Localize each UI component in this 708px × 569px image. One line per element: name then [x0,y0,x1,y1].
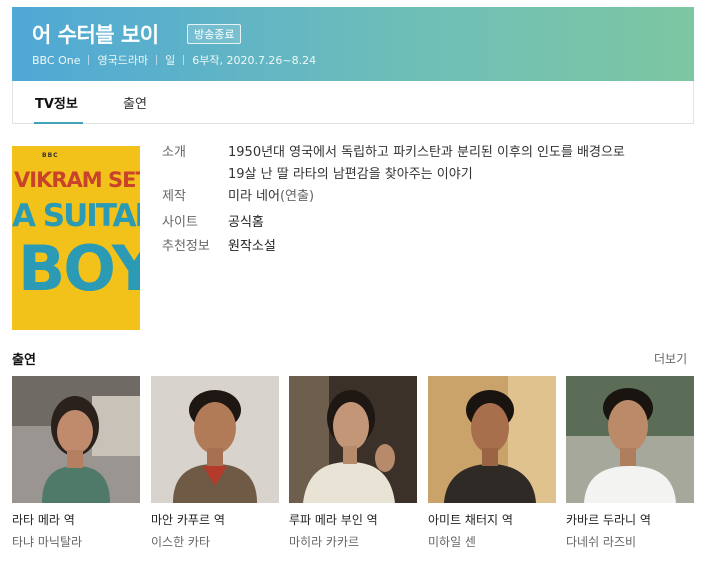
cast-role: 라타 메라 역 [12,513,75,527]
status-badge: 방송종료 [187,24,242,44]
cast-actor[interactable]: 이스한 카타 [151,533,210,550]
cast-card[interactable]: 라타 메라 역 타냐 마닉탈라 [12,376,140,549]
summary-text-line1: 1950년대 영국에서 독립하고 파키스탄과 분리된 이후의 인도를 배경으로 [228,145,625,160]
cast-actor[interactable]: 미하일 센 [428,533,476,550]
recommend-label: 추천정보 [162,239,210,254]
cast-actor[interactable]: 타냐 마닉탈라 [12,533,82,550]
cast-section-title: 출연 [12,353,36,368]
info-row-summary: 소개 1950년대 영국에서 독립하고 파키스탄과 분리된 이후의 인도를 배경… [162,142,625,186]
cast-role: 루파 메라 부인 역 [289,513,378,527]
director-role: (연출) [279,189,315,204]
poster-image[interactable]: BBC VIKRAM SETH A SUITABLE BOY [12,146,140,330]
divider [183,55,185,65]
cast-card[interactable]: 카바르 두라니 역 다네쉬 라즈비 [566,376,694,549]
tab-bar: TV정보 출연 [12,81,694,124]
cast-photo[interactable] [151,376,279,503]
cast-photo[interactable] [428,376,556,503]
tab-tv-info[interactable]: TV정보 [35,93,78,112]
cast-photo[interactable] [289,376,417,503]
poster-title-line1: A SUITABLE [12,198,140,234]
cast-card[interactable]: 마안 카푸르 역 이스한 카타 [151,376,279,549]
summary-label: 소개 [162,145,186,160]
page-title: 어 수터블 보이 [32,23,159,47]
cast-actor[interactable]: 다네쉬 라즈비 [566,533,636,550]
cast-card[interactable]: 아미트 채터지 역 미하일 센 [428,376,556,549]
divider [156,55,158,65]
meta-channel: BBC One [32,53,81,67]
meta-day: 일 [165,54,176,67]
info-row-recommend: 추천정보 원작소설 [162,236,276,258]
program-meta: BBC One 영국드라마 일 6부작, 2020.7.26~8.24 [32,52,316,68]
info-row-production: 제작 미라 네어(연출) [162,186,314,208]
director-link[interactable]: 미라 네어 [228,189,280,204]
poster-bbc-logo: BBC [42,152,59,159]
meta-episodes: 6부작, 2020.7.26~8.24 [192,54,317,67]
poster-title-line2: BOY [18,232,140,305]
summary-text-line2: 19살 난 딸 라타의 남편감을 찾아주는 이야기 [228,167,473,182]
cast-actor[interactable]: 마히라 카카르 [289,533,359,550]
divider [88,55,90,65]
more-link[interactable]: 더보기 [654,350,687,367]
official-site-link[interactable]: 공식홈 [228,212,264,234]
title-banner: 어 수터블 보이 방송종료 BBC One 영국드라마 일 6부작, 2020.… [12,7,694,81]
cast-card[interactable]: 루파 메라 부인 역 마히라 카카르 [289,376,417,549]
cast-role: 마안 카푸르 역 [151,513,225,527]
cast-photo[interactable] [566,376,694,503]
production-label: 제작 [162,189,186,204]
info-row-site: 사이트 공식홈 [162,212,264,234]
cast-photo[interactable] [12,376,140,503]
site-label: 사이트 [162,215,198,230]
tab-cast[interactable]: 출연 [123,93,147,112]
original-novel-link[interactable]: 원작소설 [228,236,276,258]
cast-role: 카바르 두라니 역 [566,513,651,527]
active-tab-indicator [34,122,83,124]
poster-author: VIKRAM SETH [14,168,140,192]
meta-genre: 영국드라마 [97,54,149,67]
cast-role: 아미트 채터지 역 [428,513,513,527]
